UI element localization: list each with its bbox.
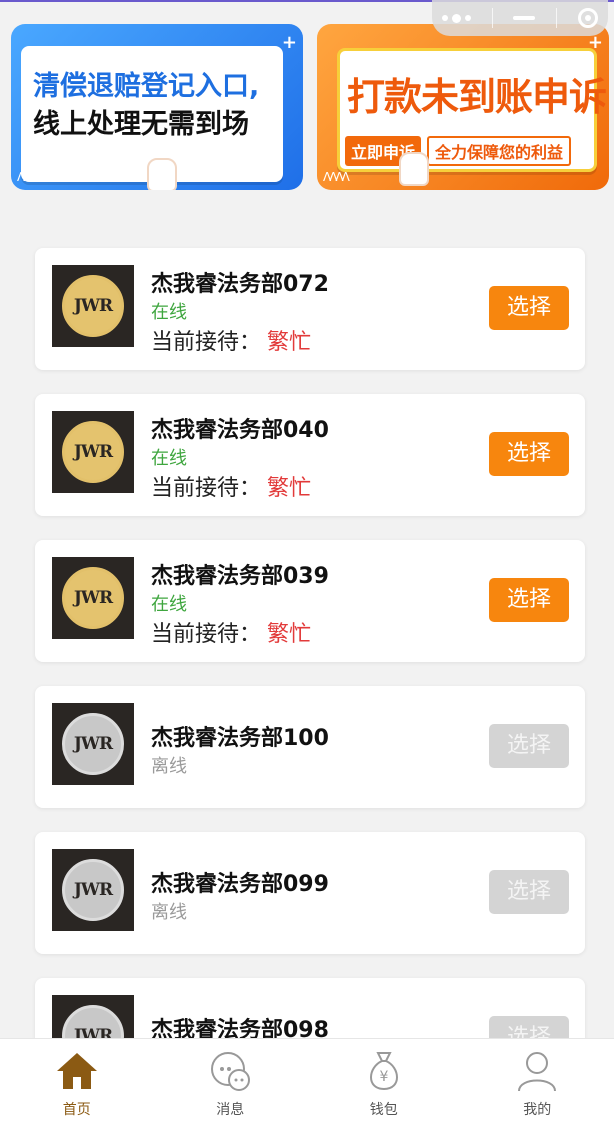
pointer-hand-icon [147,158,177,190]
select-button[interactable]: 选择 [489,578,569,622]
svg-text:¥: ¥ [379,1069,388,1085]
bottom-tab-bar: 首页 消息 ¥ 钱包 我的 [0,1038,614,1123]
tab-profile[interactable]: 我的 [461,1039,614,1123]
protection-tag: 全力保障您的利益 [427,136,571,166]
plus-icon: + [282,32,297,53]
busy-label: 繁忙 [267,476,311,501]
reception-status: 当前接待：繁忙 [151,470,311,502]
select-button[interactable]: 选择 [489,286,569,330]
more-icon[interactable] [442,14,471,23]
agent-name: 杰我睿法务部039 [151,558,329,590]
banner-line1: 清偿退赔登记入口, [33,64,259,103]
banner-tags: 立即申诉 全力保障您的利益 [345,136,571,166]
home-icon [55,1049,99,1093]
tab-messages[interactable]: 消息 [154,1039,308,1123]
select-button[interactable]: 选择 [489,724,569,768]
agent-avatar: JWR [52,703,134,785]
agent-avatar: JWR [52,411,134,493]
wave-decoration-icon: ᐱᐱᐱᐱ [17,170,42,184]
mini-program-capsule [432,0,608,36]
agent-avatar: JWR [52,557,134,639]
pointer-hand-icon [399,152,429,186]
tab-label: 我的 [523,1099,551,1119]
agent-avatar: JWR [52,265,134,347]
agent-name: 杰我睿法务部040 [151,412,329,444]
wallet-icon: ¥ [362,1049,406,1093]
refund-registration-banner[interactable]: 清偿退赔登记入口, 线上处理无需到场 + ᐱᐱᐱᐱ [11,24,303,190]
agent-card: JWR 杰我睿法务部100 离线 选择 [35,686,585,808]
tab-wallet[interactable]: ¥ 钱包 [307,1039,461,1123]
busy-label: 繁忙 [267,622,311,647]
agent-card: JWR 杰我睿法务部040 在线 当前接待：繁忙 选择 [35,394,585,516]
agent-status: 在线 [151,444,187,470]
agent-name: 杰我睿法务部099 [151,866,329,898]
busy-label: 繁忙 [267,330,311,355]
select-button[interactable]: 选择 [489,870,569,914]
reception-status: 当前接待：繁忙 [151,324,311,356]
banner-line1: 打款未到账申诉 [347,66,606,121]
agent-status: 离线 [151,752,187,778]
message-icon [208,1049,252,1093]
tab-label: 消息 [216,1099,244,1119]
agent-avatar: JWR [52,849,134,931]
agent-card: JWR 杰我睿法务部039 在线 当前接待：繁忙 选择 [35,540,585,662]
agent-card: JWR 杰我睿法务部072 在线 当前接待：繁忙 选择 [35,248,585,370]
tab-home[interactable]: 首页 [0,1039,154,1123]
tab-label: 钱包 [370,1099,398,1119]
agent-status: 在线 [151,298,187,324]
tab-label: 首页 [63,1099,91,1119]
banner-line2: 线上处理无需到场 [33,102,249,141]
agent-name: 杰我睿法务部100 [151,720,329,752]
minimize-icon[interactable] [513,16,535,20]
agent-status: 在线 [151,590,187,616]
agent-card: JWR 杰我睿法务部099 离线 选择 [35,832,585,954]
profile-icon [515,1049,559,1093]
select-button[interactable]: 选择 [489,432,569,476]
wave-decoration-icon: ᐱᐱᐱᐱ [323,170,348,184]
payment-appeal-banner[interactable]: 打款未到账申诉 立即申诉 全力保障您的利益 + ᐱᐱᐱᐱ [317,24,609,190]
close-target-icon[interactable] [578,8,598,28]
agent-status: 离线 [151,898,187,924]
agent-name: 杰我睿法务部072 [151,266,329,298]
reception-status: 当前接待：繁忙 [151,616,311,648]
